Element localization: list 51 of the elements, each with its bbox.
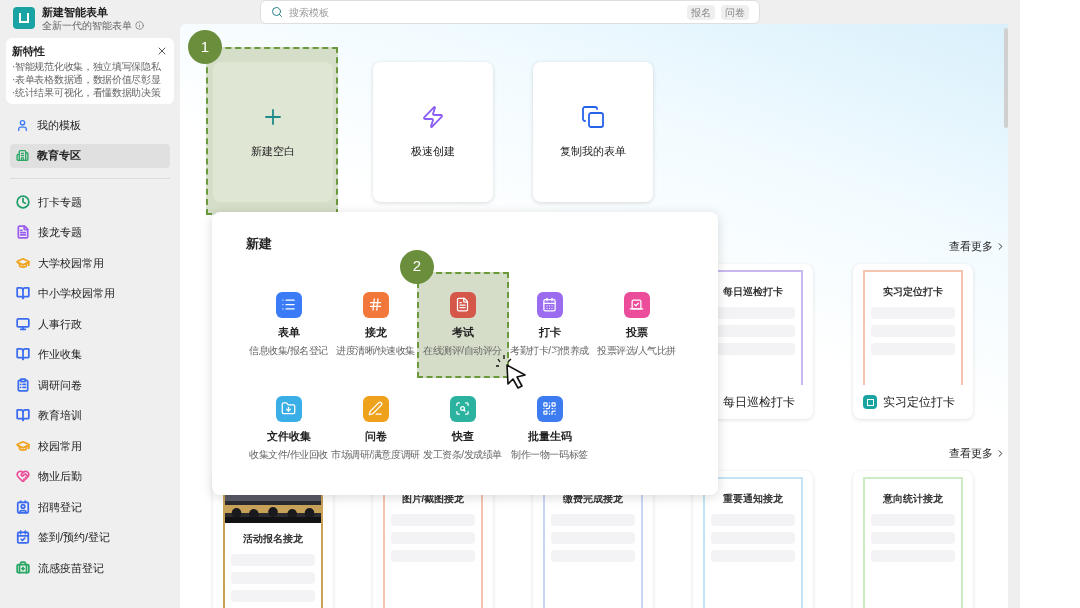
preview-title: 活动报名接龙 xyxy=(242,532,304,546)
sidebar-item[interactable]: 教育培训 xyxy=(10,400,170,431)
features-title: 新特性 xyxy=(12,44,45,59)
see-more-link[interactable]: 查看更多 xyxy=(949,237,1006,255)
form-type-option[interactable]: 快查 发工资条/发成绩单 xyxy=(419,377,506,462)
sidebar-item[interactable]: 调研问卷 xyxy=(10,369,170,400)
form-type-option[interactable]: 投票 投票评选/人气比拼 xyxy=(593,273,680,358)
template-card[interactable]: 意向统计接龙 xyxy=(853,471,973,608)
sidebar-item[interactable]: 作业收集 xyxy=(10,339,170,370)
quick-create-card[interactable]: 新建空白 xyxy=(213,62,333,202)
app-logo-icon xyxy=(13,7,35,29)
form-type-option[interactable]: 问卷 市场调研/满意度调研 xyxy=(332,377,419,462)
form-type-option[interactable]: 打卡 考勤打卡/习惯养成 xyxy=(506,273,593,358)
sidebar-item[interactable]: 人事行政 xyxy=(10,308,170,339)
preview-title: 重要通知接龙 xyxy=(722,492,784,506)
step-badge: 2 xyxy=(400,249,434,284)
feature-line: ·智能规范化收集，独立填写保隐私 xyxy=(12,59,162,73)
step-badge: 1 xyxy=(188,30,222,64)
form-type-option[interactable]: 批量生码 制作一物一码标签 xyxy=(506,377,593,462)
sidebar-item[interactable]: 我的模板 xyxy=(10,113,170,138)
template-name: 实习定位打卡 xyxy=(883,394,955,411)
lightning-icon xyxy=(421,104,445,129)
sidebar-item[interactable]: 打卡专题 xyxy=(10,186,170,217)
see-more-link[interactable]: 查看更多 xyxy=(949,444,1006,462)
sidebar-item[interactable]: 校园常用 xyxy=(10,430,170,461)
sidebar-item[interactable]: 签到/预约/登记 xyxy=(10,522,170,553)
copy-icon xyxy=(581,104,605,129)
quick-create-card[interactable]: 复制我的表单 xyxy=(533,62,653,202)
preview-title: 实习定位打卡 xyxy=(882,285,944,299)
app-title: 新建智能表单 xyxy=(42,4,109,19)
sidebar-item[interactable]: 接龙专题 xyxy=(10,217,170,248)
sidebar-item[interactable]: 中小学校园常用 xyxy=(10,278,170,309)
template-card[interactable]: 实习定位打卡 实习定位打卡 xyxy=(853,264,973,419)
sidebar-item[interactable]: 大学校园常用 xyxy=(10,247,170,278)
sidebar-item[interactable]: 物业后勤 xyxy=(10,461,170,492)
app-subtitle: 全新一代的智能表单 xyxy=(42,18,132,32)
quick-create-card[interactable]: 极速创建 xyxy=(373,62,493,202)
sidebar-item[interactable]: 流感疫苗登记 xyxy=(10,552,170,583)
sidebar-item[interactable]: 招聘登记 xyxy=(10,491,170,522)
popup-title: 新建 xyxy=(246,235,272,253)
preview-title: 意向统计接龙 xyxy=(882,492,944,506)
form-type-option[interactable]: 文件收集 收集文件/作业回收 xyxy=(245,377,332,462)
form-type-option[interactable]: 表单 信息收集/报名登记 xyxy=(245,273,332,358)
feature-line: ·统计结果可视化，看懂数据助决策 xyxy=(12,85,162,99)
template-card[interactable]: 重要通知接龙 xyxy=(693,471,813,608)
sidebar-item[interactable]: 教育专区 xyxy=(10,143,170,168)
search-icon xyxy=(271,6,283,18)
search-placeholder: 搜索模板 xyxy=(289,5,330,20)
template-name: 每日巡检打卡 xyxy=(723,394,795,411)
preview-title: 每日巡检打卡 xyxy=(722,285,784,299)
feature-line: ·表单表格数据通，数据价值尽彰显 xyxy=(12,72,162,86)
